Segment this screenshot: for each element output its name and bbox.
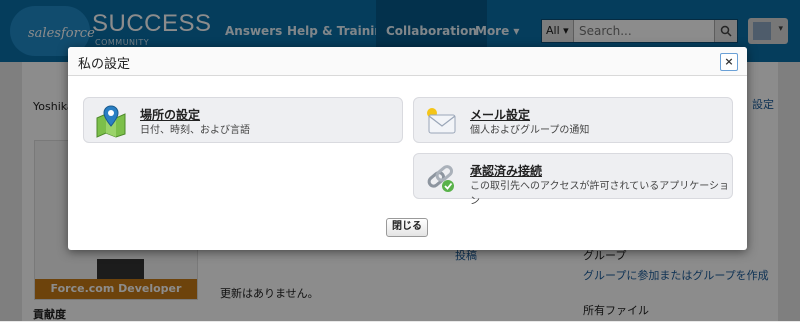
- dialog-title: 私の設定: [78, 57, 131, 72]
- dialog-header: 私の設定 ×: [68, 47, 747, 76]
- close-icon[interactable]: ×: [720, 53, 738, 71]
- settings-card-email[interactable]: メール設定 個人およびグループの通知: [413, 97, 733, 143]
- map-pin-icon: [96, 105, 126, 138]
- my-settings-dialog: 私の設定 × 場所の設定 日付、時刻、および言語 メール設定 個人およびグループ…: [68, 47, 747, 250]
- card-desc-email: 個人およびグループの通知: [470, 125, 590, 136]
- close-button[interactable]: 閉じる: [386, 218, 428, 237]
- settings-card-locale[interactable]: 場所の設定 日付、時刻、および言語: [83, 97, 403, 143]
- card-desc-connections: この取引先へのアクセスが許可されているアプリケーション: [470, 181, 729, 207]
- settings-card-connections[interactable]: 承認済み接続 この取引先へのアクセスが許可されているアプリケーション: [413, 153, 733, 207]
- envelope-icon: [427, 108, 456, 134]
- chain-link-icon: [427, 165, 454, 192]
- card-desc-locale: 日付、時刻、および言語: [140, 125, 250, 136]
